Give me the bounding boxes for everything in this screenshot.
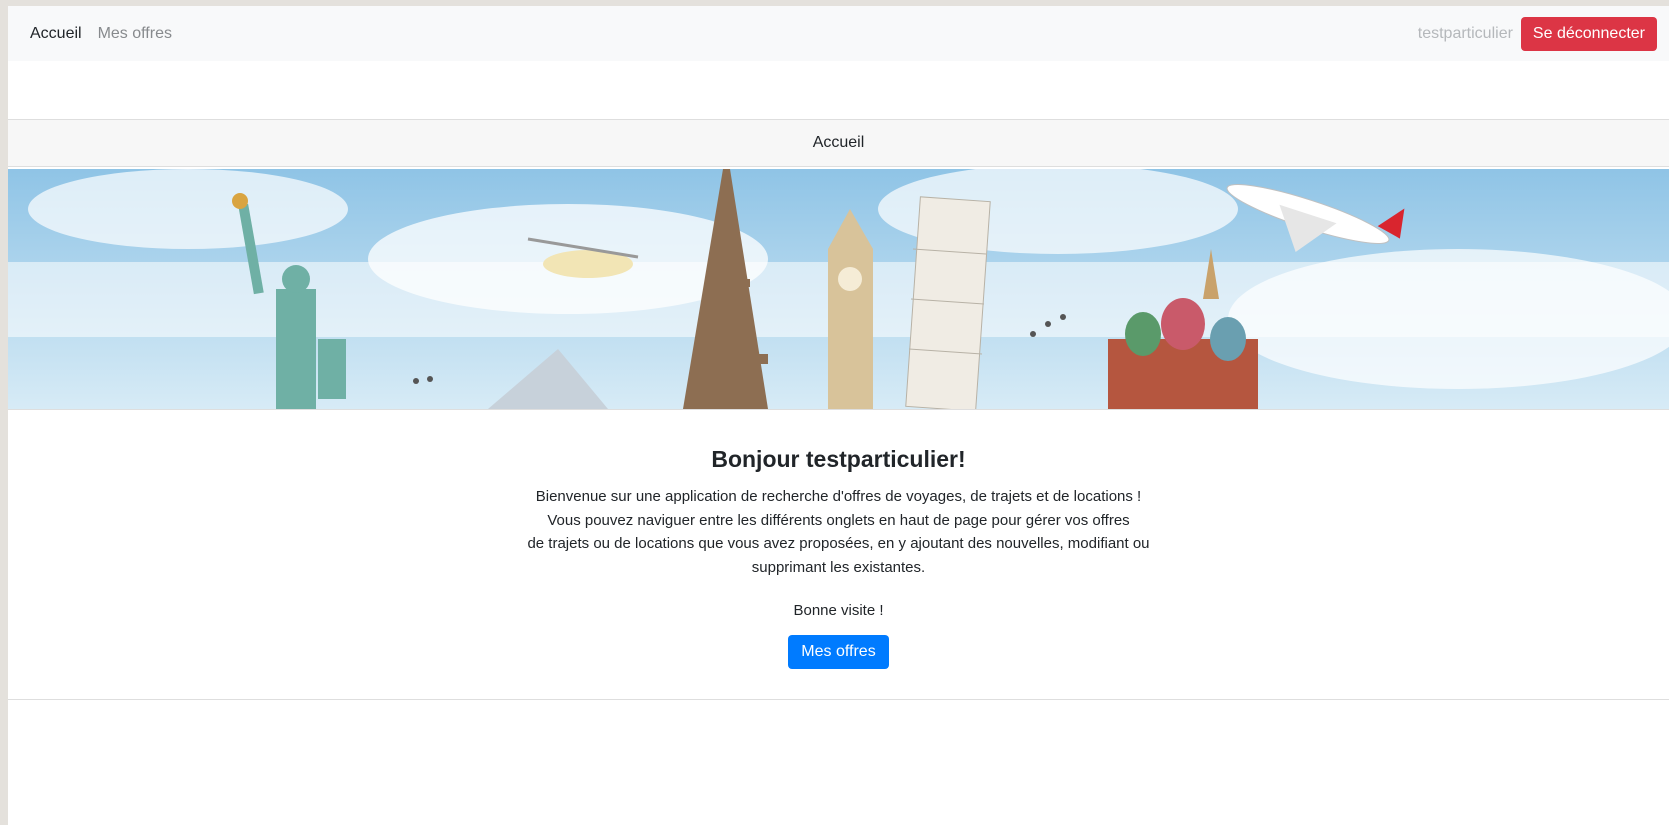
- top-navbar: Accueil Mes offres testparticulier Se dé…: [8, 6, 1669, 61]
- user-area: testparticulier Se déconnecter: [1417, 16, 1657, 51]
- description-line: Vous pouvez naviguer entre les différent…: [547, 511, 1130, 529]
- landmarks-illustration: [8, 169, 1669, 409]
- nav-links: Accueil Mes offres: [30, 25, 172, 43]
- welcome-description: Bienvenue sur une application de recherc…: [8, 485, 1669, 579]
- description-line: supprimant les existantes.: [751, 558, 926, 576]
- my-offers-button[interactable]: Mes offres: [788, 635, 889, 669]
- username-label: testparticulier: [1417, 24, 1513, 42]
- page: Accueil Mes offres testparticulier Se dé…: [8, 6, 1669, 825]
- page-title-bar: Accueil: [8, 119, 1669, 167]
- big-ben: [828, 209, 873, 409]
- leaning-tower-of-pisa: [905, 196, 991, 409]
- travel-banner-image: [8, 169, 1669, 410]
- nav-link-accueil[interactable]: Accueil: [30, 25, 82, 43]
- description-line: de trajets ou de locations que vous avez…: [527, 535, 1150, 552]
- farewell-text: Bonne visite !: [793, 602, 884, 619]
- logout-button[interactable]: Se déconnecter: [1520, 16, 1657, 51]
- page-title: Accueil: [812, 134, 865, 151]
- nav-link-mes-offres[interactable]: Mes offres: [98, 25, 172, 43]
- welcome-section: Bonjour testparticulier! Bienvenue sur u…: [8, 410, 1669, 700]
- greeting-heading: Bonjour testparticulier!: [711, 446, 966, 472]
- description-line: Bienvenue sur une application de recherc…: [535, 488, 1142, 505]
